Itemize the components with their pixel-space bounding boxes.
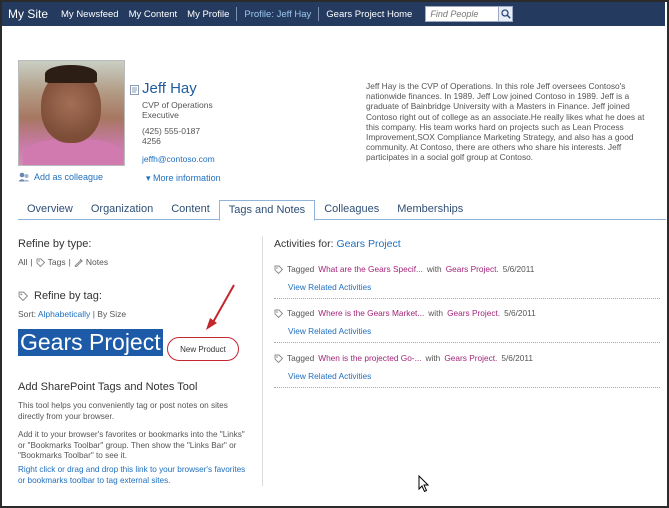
add-tool-heading: Add SharePoint Tags and Notes Tool xyxy=(18,381,198,393)
activity-tag-link[interactable]: Gears Project. xyxy=(447,308,500,318)
search-icon xyxy=(501,9,511,19)
type-filters: All | Tags | Notes xyxy=(18,257,108,267)
activity-title-link[interactable]: When is the projected Go-... xyxy=(318,353,421,363)
tag-icon xyxy=(274,309,283,318)
activity-verb: Tagged xyxy=(287,308,315,318)
activity-date: 5/6/2011 xyxy=(501,353,534,363)
nav-my-newsfeed[interactable]: My Newsfeed xyxy=(56,9,124,20)
activity-tag-link[interactable]: Gears Project. xyxy=(446,264,499,274)
view-related-activities-link[interactable]: View Related Activities xyxy=(288,326,660,336)
refine-by-type-heading: Refine by type: xyxy=(18,238,92,250)
activity-with: with xyxy=(428,308,444,318)
tag-icon xyxy=(36,258,45,267)
more-information-link[interactable]: ▾ More information xyxy=(146,173,221,184)
activity-verb: Tagged xyxy=(287,264,315,274)
sort-label: Sort: xyxy=(18,309,36,319)
chevron-down-icon: ▾ xyxy=(146,173,151,183)
top-nav-bar: My Site My Newsfeed My Content My Profil… xyxy=(2,2,665,26)
tool-instructions: Add it to your browser's favorites or bo… xyxy=(18,430,245,460)
activities-heading: Activities for: Gears Project xyxy=(274,238,401,250)
about-me-text: Jeff Hay is the CVP of Operations. In th… xyxy=(366,81,645,163)
tag-cloud-gears-project[interactable]: Gears Project xyxy=(18,329,163,356)
people-search: Find People xyxy=(425,6,514,22)
filter-separator: | xyxy=(30,257,33,267)
phone-number: (425) 555-0187 xyxy=(142,126,201,136)
tab-content[interactable]: Content xyxy=(162,200,219,220)
tag-icon xyxy=(274,354,283,363)
column-divider xyxy=(262,236,263,486)
job-title: CVP of Operations xyxy=(142,100,213,110)
activity-divider xyxy=(274,298,660,299)
sort-options: Sort: Alphabetically | By Size xyxy=(18,309,126,319)
add-colleague-label: Add as colleague xyxy=(34,172,104,182)
tab-colleagues[interactable]: Colleagues xyxy=(315,200,388,220)
filter-all[interactable]: All xyxy=(18,257,27,267)
more-information-label: More information xyxy=(153,173,221,183)
activity-item: Tagged What are the Gears Specif... with… xyxy=(274,264,660,299)
activity-with: with xyxy=(425,353,441,363)
view-related-activities-link[interactable]: View Related Activities xyxy=(288,371,660,381)
activity-date: 5/6/2011 xyxy=(502,264,535,274)
nav-separator xyxy=(318,7,320,21)
nav-my-profile[interactable]: My Profile xyxy=(182,9,234,20)
sort-separator: | xyxy=(92,309,95,319)
add-colleague-link[interactable]: Add as colleague xyxy=(18,172,103,182)
activity-item: Tagged When is the projected Go-... with… xyxy=(274,353,660,388)
nav-profile-jeff-hay[interactable]: Profile: Jeff Hay xyxy=(239,9,316,20)
filter-notes[interactable]: Notes xyxy=(86,257,108,267)
activity-date: 5/6/2011 xyxy=(504,308,536,318)
tab-memberships[interactable]: Memberships xyxy=(388,200,472,220)
activity-item: Tagged Where is the Gears Market... with… xyxy=(274,308,660,343)
refine-by-tag-label: Refine by tag: xyxy=(34,290,102,302)
activity-tag-link[interactable]: Gears Project. xyxy=(444,353,497,363)
phone-extension: 4256 xyxy=(142,136,161,146)
add-colleague-icon xyxy=(18,172,30,182)
view-related-activities-link[interactable]: View Related Activities xyxy=(288,282,660,292)
activity-verb: Tagged xyxy=(287,353,315,363)
activity-title-link[interactable]: Where is the Gears Market... xyxy=(318,308,424,318)
sort-by-size[interactable]: By Size xyxy=(97,309,126,319)
tab-overview[interactable]: Overview xyxy=(18,200,82,220)
tag-cloud-new-product[interactable]: New Product xyxy=(167,337,239,361)
filter-tags[interactable]: Tags xyxy=(48,257,66,267)
sort-alphabetically[interactable]: Alphabetically xyxy=(38,309,90,319)
nav-separator xyxy=(236,7,238,21)
nav-my-content[interactable]: My Content xyxy=(124,9,183,20)
job-level: Executive xyxy=(142,110,179,120)
tool-description: This tool helps you conveniently tag or … xyxy=(18,401,228,421)
tab-organization[interactable]: Organization xyxy=(82,200,162,220)
my-site-link[interactable]: My Site xyxy=(2,7,56,21)
activity-with: with xyxy=(426,264,442,274)
tag-icon xyxy=(274,265,283,274)
nav-gears-project-home[interactable]: Gears Project Home xyxy=(321,9,417,20)
profile-name: Jeff Hay xyxy=(142,80,197,97)
search-button[interactable] xyxy=(499,6,514,22)
presence-icon xyxy=(130,85,139,95)
email-link[interactable]: jeffh@contoso.com xyxy=(142,154,215,164)
activity-divider xyxy=(274,342,660,343)
tag-icon xyxy=(18,291,28,301)
filter-separator: | xyxy=(68,257,71,267)
tab-tags-and-notes[interactable]: Tags and Notes xyxy=(218,200,316,221)
activity-title-link[interactable]: What are the Gears Specif... xyxy=(318,264,423,274)
annotation-arrow-icon xyxy=(206,284,235,330)
note-icon xyxy=(74,258,83,267)
activities-label: Activities for: xyxy=(274,238,334,250)
find-people-input[interactable]: Find People xyxy=(425,6,500,22)
activity-divider xyxy=(274,387,660,388)
mouse-cursor-icon xyxy=(418,475,430,493)
activities-target-link[interactable]: Gears Project xyxy=(336,238,400,250)
profile-tabs: Overview Organization Content Tags and N… xyxy=(18,200,666,221)
refine-by-tag-heading: Refine by tag: xyxy=(18,290,102,302)
tool-bookmarklet-link[interactable]: Right click or drag and drop this link t… xyxy=(18,465,248,486)
profile-photo xyxy=(18,60,125,166)
